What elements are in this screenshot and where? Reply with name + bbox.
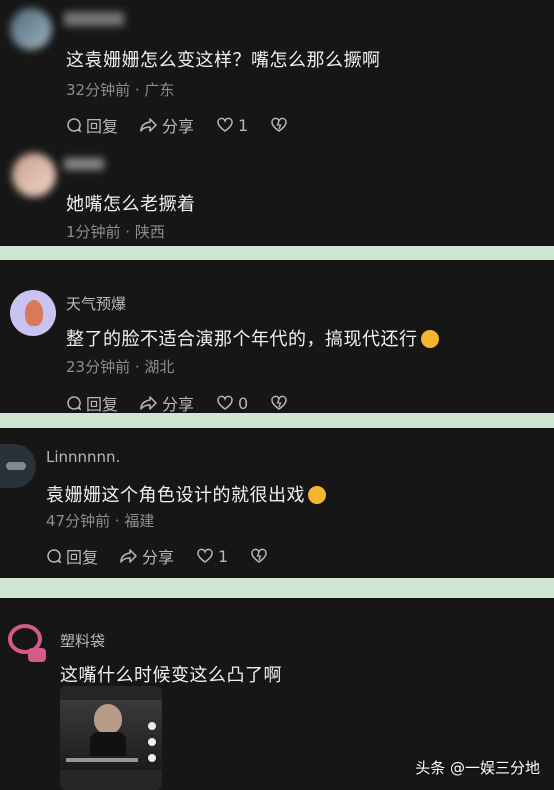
comment-panel-1: 这袁姗姗怎么变这样？嘴怎么那么撅啊 32分钟前 · 广东 回复 分享 1 她嘴怎… <box>0 0 554 246</box>
share-icon <box>120 549 137 563</box>
avatar[interactable] <box>10 8 52 50</box>
share-icon <box>140 396 157 410</box>
avatar[interactable] <box>10 290 56 336</box>
share-icon <box>140 118 157 132</box>
share-button[interactable]: 分享 <box>120 544 174 568</box>
comment-actions: 回复 分享 1 <box>46 544 294 568</box>
dislike-heart-icon <box>251 548 267 563</box>
comment-icon <box>67 396 82 411</box>
share-button[interactable]: 分享 <box>140 113 194 137</box>
like-count: 1 <box>218 546 229 566</box>
heart-icon <box>197 548 213 563</box>
share-label: 分享 <box>162 117 195 136</box>
comment-text: 整了的脸不适合演那个年代的，搞现代还行 <box>66 325 439 351</box>
avatar[interactable] <box>12 153 56 197</box>
video-thumbnail[interactable] <box>60 686 162 790</box>
dislike-heart-icon <box>271 395 287 410</box>
comment-text: 这嘴什么时候变这么凸了啊 <box>60 665 282 686</box>
avatar[interactable] <box>4 620 48 664</box>
share-icon <box>148 754 156 762</box>
winking-tongue-emoji-icon <box>420 330 439 348</box>
share-label: 分享 <box>162 395 195 413</box>
reply-label: 回复 <box>86 395 119 413</box>
comment-icon <box>47 549 62 564</box>
person-figure <box>94 704 122 734</box>
comment-panel-3: Linnnnnn. 袁姗姗这个角色设计的就很出戏 47分钟前 · 福建 回复 分… <box>0 428 554 578</box>
heart-icon <box>217 117 233 132</box>
like-button[interactable]: 0 <box>216 394 248 413</box>
comment-actions: 回复 分享 0 <box>66 391 314 413</box>
reply-label: 回复 <box>66 548 99 567</box>
username-blurred <box>64 158 104 170</box>
comment-text-content: 整了的脸不适合演那个年代的，搞现代还行 <box>66 329 418 350</box>
comment-icon <box>67 118 82 133</box>
dislike-button[interactable] <box>270 117 292 133</box>
share-button[interactable]: 分享 <box>140 391 194 413</box>
like-count: 0 <box>238 393 249 413</box>
dislike-button[interactable] <box>250 548 272 564</box>
username[interactable]: 天气预爆 <box>66 293 126 314</box>
comment-text: 这袁姗姗怎么变这样？嘴怎么那么撅啊 <box>66 50 381 71</box>
dislike-heart-icon <box>271 117 287 132</box>
heart-icon <box>217 395 233 410</box>
reply-button[interactable]: 回复 <box>66 113 118 137</box>
comment-meta: 1分钟前 · 陕西 <box>66 223 165 241</box>
dislike-button[interactable] <box>270 395 292 411</box>
username[interactable]: 塑料袋 <box>60 630 105 651</box>
comment-meta: 47分钟前 · 福建 <box>46 512 155 530</box>
laughing-crying-emoji-icon <box>308 486 326 504</box>
heart-icon <box>148 722 156 730</box>
comment-text: 她嘴怎么老撅着 <box>66 194 196 215</box>
like-button[interactable]: 1 <box>196 547 228 566</box>
comment-actions: 回复 分享 1 <box>66 113 314 137</box>
reply-button[interactable]: 回复 <box>46 544 98 568</box>
comment-icon <box>148 738 156 746</box>
reply-label: 回复 <box>86 117 119 136</box>
comment-meta: 32分钟前 · 广东 <box>66 81 175 99</box>
share-label: 分享 <box>142 548 175 567</box>
username[interactable]: Linnnnnn. <box>46 448 120 466</box>
comment-meta: 23分钟前 · 湖北 <box>66 358 175 376</box>
comment-panel-2: 天气预爆 整了的脸不适合演那个年代的，搞现代还行 23分钟前 · 湖北 回复 分… <box>0 260 554 413</box>
watermark: 头条 @一娱三分地 <box>415 759 540 777</box>
reply-button[interactable]: 回复 <box>66 391 118 413</box>
username-blurred <box>64 12 124 26</box>
comment-text-content: 袁姗姗这个角色设计的就很出戏 <box>46 485 305 506</box>
like-button[interactable]: 1 <box>216 116 248 135</box>
comment-text: 袁姗姗这个角色设计的就很出戏 <box>46 481 326 507</box>
avatar[interactable] <box>0 444 36 488</box>
like-count: 1 <box>238 115 249 135</box>
